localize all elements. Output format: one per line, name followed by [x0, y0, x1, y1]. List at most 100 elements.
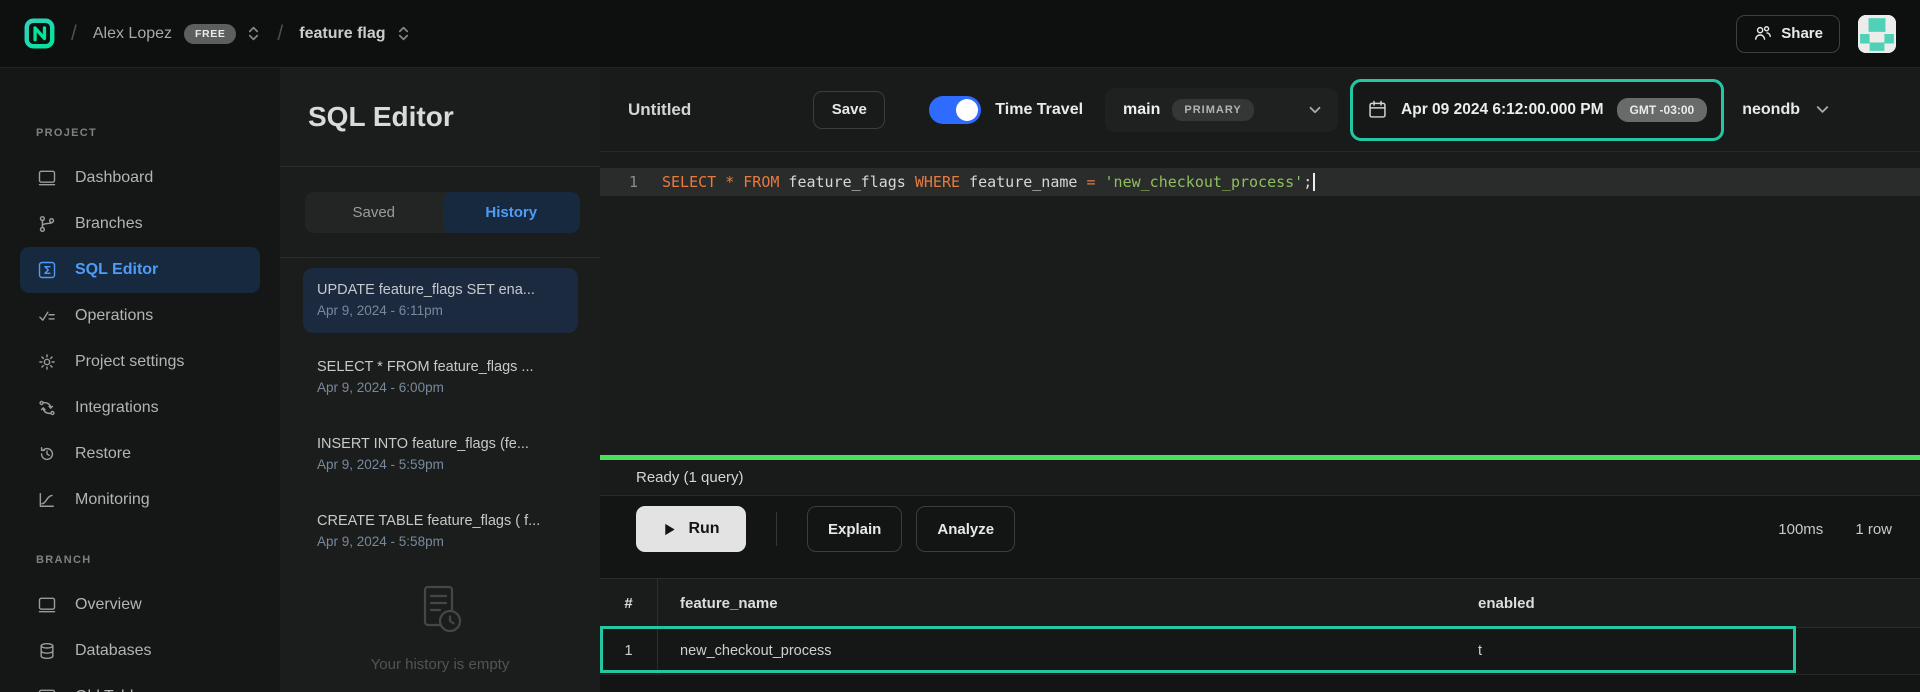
- tab-history[interactable]: History: [443, 192, 581, 233]
- run-button[interactable]: Run: [636, 506, 746, 552]
- sidebar-item-monitoring[interactable]: Monitoring: [20, 477, 260, 523]
- section-label-branch: BRANCH: [36, 554, 280, 570]
- panel-title: SQL Editor: [280, 68, 600, 167]
- history-item[interactable]: UPDATE feature_flags SET ena... Apr 9, 2…: [303, 268, 578, 333]
- tab-saved[interactable]: Saved: [305, 192, 443, 233]
- sidebar-item-old-tables[interactable]: Old Tables: [20, 674, 260, 692]
- tables-icon: [37, 687, 57, 692]
- main-area: Untitled Save Time Travel main PRIMARY: [600, 68, 1920, 692]
- history-query: INSERT INTO feature_flags (fe...: [317, 434, 564, 454]
- share-button[interactable]: Share: [1736, 15, 1840, 53]
- query-title: Untitled: [628, 100, 691, 120]
- sidebar-item-overview[interactable]: Overview: [20, 582, 260, 628]
- sidebar-item-label: Overview: [75, 596, 142, 614]
- sidebar-item-databases[interactable]: Databases: [20, 628, 260, 674]
- chevron-down-icon: [1306, 101, 1324, 119]
- sidebar-item-label: Branches: [75, 215, 143, 233]
- neon-logo-icon[interactable]: [24, 18, 55, 49]
- tabs-wrap: Saved History: [280, 167, 600, 258]
- top-bar: / Alex Lopez FREE / feature flag: [0, 0, 1920, 68]
- calendar-icon: [1367, 99, 1388, 120]
- gear-icon: [37, 352, 57, 372]
- sidebar-item-label: Monitoring: [75, 491, 150, 509]
- code-token: ;: [1303, 173, 1312, 191]
- code-active-line[interactable]: 1 SELECT * FROM feature_flags WHERE feat…: [600, 168, 1920, 196]
- column-header-feature-name: feature_name: [658, 595, 1478, 612]
- monitoring-icon: [37, 490, 57, 510]
- branches-icon: [37, 214, 57, 234]
- sidebar: PROJECT Dashboard Branches: [0, 68, 280, 692]
- column-header-index: #: [600, 579, 658, 627]
- project-switcher-icon[interactable]: [396, 25, 411, 42]
- save-button[interactable]: Save: [813, 91, 885, 129]
- database-select[interactable]: neondb: [1742, 100, 1832, 119]
- line-number: 1: [608, 173, 638, 191]
- history-item[interactable]: CREATE TABLE feature_flags ( f... Apr 9,…: [303, 499, 578, 564]
- breadcrumb-separator: /: [71, 22, 77, 46]
- actions-bar: Run Explain Analyze 100ms 1 row: [600, 496, 1920, 562]
- code-token: [1096, 173, 1105, 191]
- datetime-value: Apr 09 2024 6:12:00.000 PM: [1401, 101, 1603, 119]
- sidebar-item-label: Project settings: [75, 353, 184, 371]
- breadcrumb-separator: /: [277, 22, 283, 46]
- sidebar-item-label: SQL Editor: [75, 261, 158, 279]
- sidebar-item-label: Restore: [75, 445, 131, 463]
- code-token: feature_name: [960, 173, 1086, 191]
- query-row-count: 1 row: [1855, 521, 1892, 538]
- time-travel-label: Time Travel: [995, 101, 1083, 119]
- history-query: UPDATE feature_flags SET ena...: [317, 280, 564, 300]
- code-token: 'new_checkout_process': [1105, 173, 1304, 191]
- primary-badge: PRIMARY: [1172, 99, 1253, 121]
- sidebar-item-restore[interactable]: Restore: [20, 431, 260, 477]
- sidebar-item-operations[interactable]: Operations: [20, 293, 260, 339]
- cell-enabled: t: [1478, 643, 1920, 659]
- branch-name: main: [1123, 101, 1160, 119]
- text-cursor: [1313, 173, 1315, 191]
- history-item[interactable]: INSERT INTO feature_flags (fe... Apr 9, …: [303, 422, 578, 487]
- query-meta: 100ms 1 row: [1778, 521, 1892, 538]
- time-travel-datetime-picker[interactable]: Apr 09 2024 6:12:00.000 PM GMT -03:00: [1350, 79, 1724, 141]
- sidebar-item-label: Dashboard: [75, 169, 153, 187]
- history-query: CREATE TABLE feature_flags ( f...: [317, 511, 564, 531]
- history-item[interactable]: SELECT * FROM feature_flags ... Apr 9, 2…: [303, 345, 578, 410]
- time-travel-toggle[interactable]: [929, 96, 981, 124]
- people-icon: [1753, 24, 1772, 43]
- code-token: *: [725, 173, 734, 191]
- history-timestamp: Apr 9, 2024 - 5:59pm: [317, 454, 564, 475]
- table-row: 1 new_checkout_process t: [600, 628, 1920, 675]
- results-table: # feature_name enabled 1 new_checkout_pr…: [600, 562, 1920, 692]
- explain-button[interactable]: Explain: [807, 506, 902, 552]
- dashboard-icon: [37, 168, 57, 188]
- run-label: Run: [688, 520, 719, 538]
- results-header-row: # feature_name enabled: [600, 578, 1920, 628]
- history-empty-state: Your history is empty: [280, 583, 600, 687]
- status-bar: Ready (1 query): [600, 460, 1920, 496]
- sidebar-item-project-settings[interactable]: Project settings: [20, 339, 260, 385]
- section-label-project: PROJECT: [36, 127, 280, 143]
- sql-editor-panel: SQL Editor Saved History UPDATE feature_…: [280, 68, 600, 692]
- plan-badge: FREE: [184, 24, 236, 44]
- sql-code-editor[interactable]: 1 SELECT * FROM feature_flags WHERE feat…: [600, 152, 1920, 455]
- branch-select[interactable]: main PRIMARY: [1105, 88, 1338, 132]
- history-list: UPDATE feature_flags SET ena... Apr 9, 2…: [280, 258, 600, 564]
- analyze-button[interactable]: Analyze: [916, 506, 1015, 552]
- sidebar-item-sql-editor[interactable]: SQL Editor: [20, 247, 260, 293]
- avatar[interactable]: [1858, 15, 1896, 53]
- breadcrumb-project[interactable]: feature flag: [299, 25, 385, 43]
- timezone-badge: GMT -03:00: [1617, 98, 1708, 122]
- status-text: Ready (1 query): [636, 469, 744, 486]
- account-switcher-icon[interactable]: [246, 25, 261, 42]
- integrations-icon: [37, 398, 57, 418]
- code-token: SELECT: [662, 173, 716, 191]
- neon-console: / Alex Lopez FREE / feature flag: [0, 0, 1920, 692]
- sidebar-item-dashboard[interactable]: Dashboard: [20, 155, 260, 201]
- toggle-knob: [956, 99, 978, 121]
- query-toolbar: Untitled Save Time Travel main PRIMARY: [600, 68, 1920, 152]
- sidebar-item-integrations[interactable]: Integrations: [20, 385, 260, 431]
- query-duration: 100ms: [1778, 521, 1823, 538]
- sidebar-item-label: Operations: [75, 307, 153, 325]
- code-token: WHERE: [915, 173, 960, 191]
- overview-icon: [37, 595, 57, 615]
- breadcrumb-account[interactable]: Alex Lopez: [93, 25, 172, 43]
- sidebar-item-branches[interactable]: Branches: [20, 201, 260, 247]
